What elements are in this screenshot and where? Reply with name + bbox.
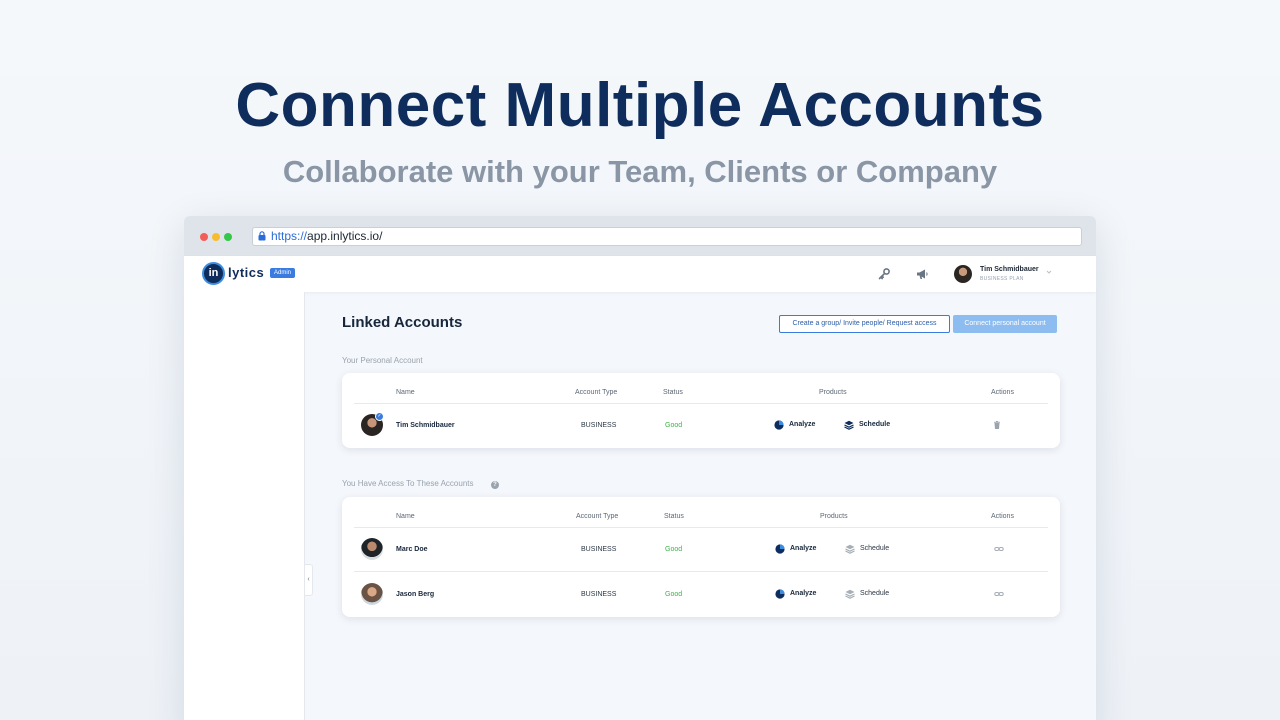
hero-subtitle: Collaborate with your Team, Clients or C… [282,154,998,189]
personal-account-card: Name Account Type Status Products Action… [342,373,1060,448]
status-badge: Good [665,422,683,429]
shared-accounts-card: Name Account Type Status Products Action… [342,497,1060,617]
column-header-products: Products [820,513,848,520]
close-window-dot[interactable] [200,233,208,241]
megaphone-icon[interactable] [915,267,929,281]
logo-mark[interactable]: in [202,262,225,285]
account-name: Marc Doe [396,546,428,553]
user-plan: BUSINESS PLAN [980,276,1024,282]
account-name: Tim Schmidbauer [396,422,455,429]
user-avatar[interactable] [954,265,972,283]
browser-toolbar: https://app.inlytics.io/ [184,216,1096,256]
page-title: Linked Accounts [342,314,463,331]
column-header-account-type: Account Type [576,513,619,520]
maximize-window-dot[interactable] [224,233,232,241]
user-name[interactable]: Tim Schmidbauer [980,266,1039,273]
column-header-actions: Actions [991,389,1014,396]
schedule-layers-icon [844,420,854,430]
schedule-layers-icon [845,544,855,554]
lock-icon [258,231,266,241]
column-header-actions: Actions [991,513,1014,520]
account-type: BUSINESS [581,546,617,553]
column-header-status: Status [663,389,683,396]
sidebar-collapse-toggle[interactable]: ‹ [305,564,313,596]
url-scheme: https:// [271,229,308,243]
schedule-layers-icon [845,589,855,599]
chevron-down-icon[interactable] [1046,269,1052,275]
verified-check-icon: ✓ [375,412,384,421]
shared-accounts-label: You Have Access To These Accounts [342,479,474,488]
column-header-products: Products [819,389,847,396]
minimize-window-dot[interactable] [212,233,220,241]
browser-window: https://app.inlytics.io/ in lytics Admin… [184,216,1096,720]
unlink-icon[interactable] [994,589,1004,599]
connect-personal-account-button[interactable]: Connect personal account [953,315,1057,333]
url-bar[interactable]: https://app.inlytics.io/ [252,227,1082,246]
create-group-invite-button[interactable]: Create a group/ Invite people/ Request a… [779,315,950,333]
analyze-icon [774,420,784,430]
avatar [361,538,383,560]
hero-title: Connect Multiple Accounts [235,71,1045,140]
status-badge: Good [665,546,683,553]
analyze-icon [775,544,785,554]
status-badge: Good [665,591,683,598]
avatar [361,583,383,605]
key-icon[interactable] [877,267,891,281]
unlink-icon[interactable] [994,544,1004,554]
analyze-icon [775,589,785,599]
account-type: BUSINESS [581,422,617,429]
trash-icon[interactable] [992,420,1002,430]
table-row: Marc Doe BUSINESS Good Analyze Schedule [342,527,1060,572]
personal-account-label: Your Personal Account [342,356,423,365]
table-row: Jason Berg BUSINESS Good Analyze Schedul… [342,572,1060,617]
url-host: app.inlytics.io/ [307,229,383,243]
column-header-name: Name [396,389,415,396]
help-icon[interactable]: ? [491,481,499,489]
sidebar [184,292,305,720]
column-header-name: Name [396,513,415,520]
account-name: Jason Berg [396,591,435,598]
column-header-account-type: Account Type [575,389,618,396]
app-header: in lytics Admin Tim Schmidbauer BUSINESS… [184,256,1096,292]
admin-badge: Admin [270,268,296,278]
logo-text[interactable]: lytics [228,265,264,280]
table-row: ✓ Tim Schmidbauer BUSINESS Good Analyze … [342,403,1060,448]
column-header-status: Status [664,513,684,520]
account-type: BUSINESS [581,591,617,598]
